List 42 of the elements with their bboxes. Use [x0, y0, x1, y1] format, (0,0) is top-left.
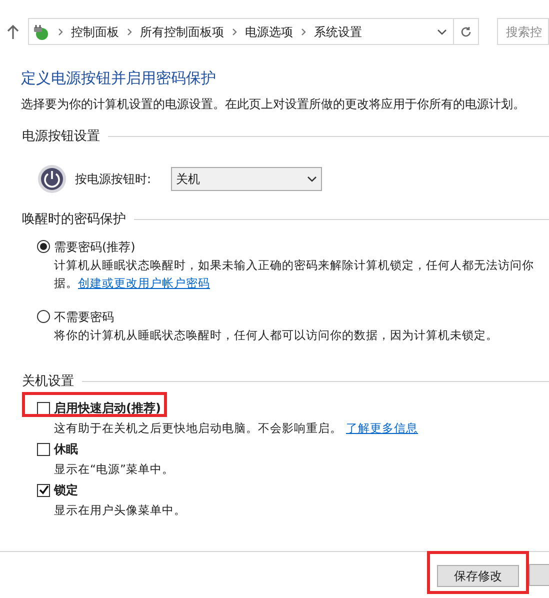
field-label: 按电源按钮时:	[75, 171, 152, 188]
radio-button[interactable]	[37, 310, 50, 323]
breadcrumb-item[interactable]: 所有控制面板项	[140, 22, 224, 40]
learn-more-link[interactable]: 了解更多信息	[346, 419, 418, 437]
page-title: 定义电源按钮并启用密码保护	[21, 68, 216, 89]
create-password-link[interactable]: 创建或更改用户帐户密码	[78, 274, 210, 292]
option-description: 据。	[54, 274, 78, 292]
option-description: 显示在用户头像菜单中。	[54, 502, 186, 519]
refresh-icon[interactable]	[460, 26, 472, 38]
dropdown-chevron-icon[interactable]	[437, 28, 447, 36]
option-description: 显示在“电源”菜单中。	[54, 461, 174, 478]
search-field[interactable]: 搜索控	[497, 18, 549, 45]
option-description: 计算机从睡眠状态唤醒时，如果未输入正确的密码来解除计算机锁定，任何人都无法访问你	[54, 256, 534, 274]
address-bar[interactable]: 控制面板 所有控制面板项 电源选项 系统设置	[28, 18, 479, 45]
up-arrow-icon[interactable]	[6, 24, 20, 40]
option-label: 休眠	[54, 441, 78, 458]
section-heading: 关机设置	[22, 372, 74, 390]
page-description: 选择要为你的计算机设置的电源设置。在此页上对设置所做的更改将应用于你所有的电源计划。	[21, 96, 525, 112]
chevron-icon	[232, 28, 237, 36]
power-action-dropdown[interactable]: 关机	[171, 167, 322, 191]
dropdown-chevron-icon	[307, 175, 318, 183]
power-plug-icon	[32, 22, 50, 40]
chevron-icon	[58, 28, 63, 36]
checkbox[interactable]	[37, 402, 50, 414]
save-button[interactable]: 保存修改	[437, 565, 519, 587]
option-description: 这有助于在关机之后更快地启动电脑。不会影响重启。	[54, 420, 342, 437]
checkbox[interactable]	[37, 484, 50, 496]
option-label: 不需要密码	[54, 308, 114, 326]
section-heading: 电源按钮设置	[22, 128, 100, 146]
option-description: 将你的计算机从睡眠状态唤醒时，任何人都可以访问你的数据，因为计算机未锁定。	[54, 326, 498, 344]
option-label: 启用快速启动(推荐)	[54, 400, 161, 417]
option-label: 锁定	[54, 482, 78, 499]
checkbox[interactable]	[37, 442, 50, 456]
breadcrumb-item[interactable]: 电源选项	[245, 22, 293, 40]
breadcrumb-item[interactable]: 系统设置	[314, 22, 362, 40]
power-button-icon	[37, 164, 67, 194]
chevron-icon	[301, 28, 306, 36]
chevron-icon	[127, 28, 132, 36]
option-label: 需要密码(推荐)	[54, 238, 136, 256]
section-heading: 唤醒时的密码保护	[22, 211, 126, 229]
radio-button[interactable]	[37, 240, 50, 253]
breadcrumb-item[interactable]: 控制面板	[71, 22, 119, 40]
